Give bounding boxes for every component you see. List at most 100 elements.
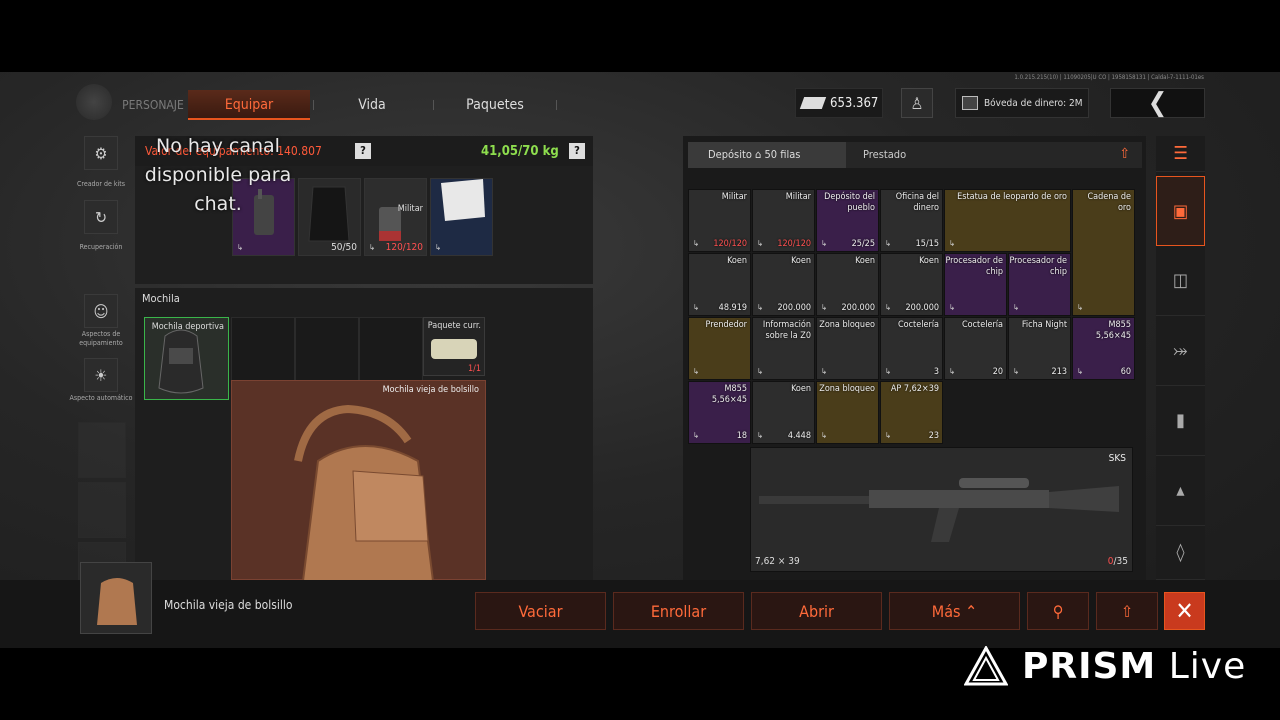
category-magazines[interactable]: ▮ <box>1156 386 1205 456</box>
equip-arrow-icon: ↳ <box>821 239 828 248</box>
depot-item[interactable]: Estatua de leopardo de oro ↳ <box>944 189 1071 252</box>
empty-button[interactable]: Vaciar <box>475 592 606 630</box>
backpack-grid-cell[interactable] <box>295 317 359 381</box>
equip-arrow-icon: ↳ <box>1013 303 1020 312</box>
prism-live-watermark: PRISM Live <box>964 644 1246 688</box>
depot-item[interactable]: Koen 4.448 ↳ <box>752 381 815 444</box>
depot-item[interactable]: M855 5,56×45 60 ↳ <box>1072 317 1135 380</box>
tab-paquetes[interactable]: Paquetes <box>440 90 550 120</box>
depot-item[interactable]: Koen 200.000 ↳ <box>816 253 879 316</box>
depot-item[interactable]: Koen 200.000 ↳ <box>880 253 943 316</box>
equipment-value-help[interactable]: ? <box>355 143 371 159</box>
depot-item[interactable]: Militar 120/120 ↳ <box>752 189 815 252</box>
tab-prestado[interactable]: Prestado <box>863 142 906 168</box>
search-icon: ⚲ <box>1052 601 1064 621</box>
game-view: 1.0.215.215(10) | 11090205|U CO | 195815… <box>0 72 1280 648</box>
depot-item[interactable]: Coctelería 20 ↳ <box>944 317 1007 380</box>
equipment-weight: 41,05/70 kg <box>481 144 559 159</box>
equip-arrow-icon: ↳ <box>821 431 828 440</box>
open-button[interactable]: Abrir <box>751 592 882 630</box>
depot-item[interactable]: Cadena de oro ↳ <box>1072 189 1135 316</box>
opened-backpack[interactable]: Mochila vieja de bolsillo <box>231 380 486 581</box>
equipment-slot-cloth[interactable]: ↳ <box>430 178 493 256</box>
tab-equipar[interactable]: Equipar <box>188 90 310 120</box>
depot-item[interactable]: Coctelería 3 ↳ <box>880 317 943 380</box>
tab-vida[interactable]: Vida <box>320 90 424 120</box>
package-slot[interactable]: Paquete curr. 1/1 <box>423 317 485 376</box>
kit-creator-button[interactable]: ⚙ <box>84 136 118 170</box>
equipment-skins-button[interactable]: ☺ <box>84 294 118 328</box>
equip-arrow-icon: ↳ <box>885 367 892 376</box>
depot-item-name: Zona bloqueo <box>819 384 875 394</box>
category-ammo[interactable]: ▴ <box>1156 456 1205 526</box>
depot-item[interactable]: Prendedor ↳ <box>688 317 751 380</box>
upload-icon[interactable]: ⇧ <box>1119 146 1130 162</box>
depot-item[interactable]: M855 5,56×45 18 ↳ <box>688 381 751 444</box>
depot-item-name: Cadena de oro <box>1087 192 1131 213</box>
upload-button[interactable]: ⇧ <box>1096 592 1158 630</box>
depot-item[interactable]: Zona bloqueo ↳ <box>816 317 879 380</box>
category-all[interactable]: ☰ <box>1156 136 1205 172</box>
cloth-icon <box>441 179 485 221</box>
recovery-icon: ↻ <box>94 207 108 227</box>
equipped-backpack-slot[interactable]: Mochila deportiva <box>144 317 229 400</box>
package-count: 1/1 <box>467 364 481 374</box>
vault-button[interactable]: Bóveda de dinero: 2M <box>955 88 1089 118</box>
search-button[interactable]: ⚲ <box>1027 592 1089 630</box>
equip-arrow-icon: ↳ <box>237 243 244 252</box>
depot-item[interactable]: AP 7,62×39 23 ↳ <box>880 381 943 444</box>
depot-item[interactable]: Koen 200.000 ↳ <box>752 253 815 316</box>
tab-personaje[interactable]: PERSONAJE <box>118 90 188 120</box>
category-armor[interactable]: ◫ <box>1156 246 1205 316</box>
depot-item[interactable]: Militar 120/120 ↳ <box>688 189 751 252</box>
depot-item[interactable]: Procesador de chip ↳ <box>1008 253 1071 316</box>
depot-item[interactable]: Información sobre la Z0 ↳ <box>752 317 815 380</box>
depot-item[interactable]: Procesador de chip ↳ <box>944 253 1007 316</box>
equip-arrow-icon: ↳ <box>885 239 892 248</box>
auto-skin-icon: ☀ <box>94 365 108 385</box>
depot-item[interactable]: Ficha Night 213 ↳ <box>1008 317 1071 380</box>
depot-item-count: 3 <box>933 367 939 377</box>
close-button[interactable]: ✕ <box>1164 592 1205 630</box>
backpack-grid-cell[interactable] <box>231 317 295 381</box>
letterbox-top <box>0 0 1280 72</box>
roll-button[interactable]: Enrollar <box>613 592 744 630</box>
profile-button[interactable]: ♙ <box>901 88 933 118</box>
equip-arrow-icon: ↳ <box>369 243 376 252</box>
equipped-backpack-name: Mochila deportiva <box>151 322 224 332</box>
weight-help[interactable]: ? <box>569 143 585 159</box>
backpack-grid-cell[interactable] <box>359 317 423 381</box>
screen: 1.0.215.215(10) | 11090205|U CO | 195815… <box>0 0 1280 720</box>
depot-item[interactable]: Koen 48.919 ↳ <box>688 253 751 316</box>
depot-item-name: Oficina del dinero <box>895 192 939 213</box>
skin-icon: ☺ <box>93 301 109 321</box>
depot-item-count: 18 <box>736 431 747 441</box>
depot-item-name: Procesador de chip <box>945 256 1003 277</box>
tab-separator <box>313 100 314 110</box>
back-arrow-icon: ❮ <box>1147 88 1168 118</box>
equipment-slot-military[interactable]: Militar 120/120 ↳ <box>364 178 427 256</box>
depot-item-name: Depósito del pueblo <box>824 192 875 213</box>
depot-item-name: Procesador de chip <box>1009 256 1067 277</box>
depot-item[interactable]: Oficina del dinero 15/15 ↳ <box>880 189 943 252</box>
category-misc[interactable]: ◊ <box>1156 526 1205 580</box>
category-backpacks[interactable]: ▣ <box>1156 176 1205 246</box>
category-weapons[interactable]: ⤖ <box>1156 316 1205 386</box>
recovery-button[interactable]: ↻ <box>84 200 118 234</box>
depot-item[interactable]: Zona bloqueo ↳ <box>816 381 879 444</box>
back-button[interactable]: ❮ <box>1110 88 1205 118</box>
depot-item[interactable]: Depósito del pueblo 25/25 ↳ <box>816 189 879 252</box>
slot-count: 50/50 <box>331 242 357 253</box>
tab-deposito[interactable]: Depósito ⌂ 50 filas <box>688 142 846 168</box>
opened-backpack-name: Mochila vieja de bolsillo <box>382 385 479 395</box>
depot-rows: 50 filas <box>764 148 801 161</box>
depot-item-name: Koen <box>919 256 939 266</box>
depot-weapon-sks[interactable]: SKS 7,62 × 39 0/35 <box>750 447 1133 572</box>
vault-label: Bóveda de dinero: 2M <box>984 97 1083 109</box>
kit-creator-label: Creador de kits <box>76 180 126 188</box>
slot-name: Militar <box>397 204 423 214</box>
more-button[interactable]: Más ⌃ <box>889 592 1020 630</box>
auto-skin-button[interactable]: ☀ <box>84 358 118 392</box>
depot-item-name: Koen <box>791 256 811 266</box>
depot-item-count: 15/15 <box>915 239 939 249</box>
